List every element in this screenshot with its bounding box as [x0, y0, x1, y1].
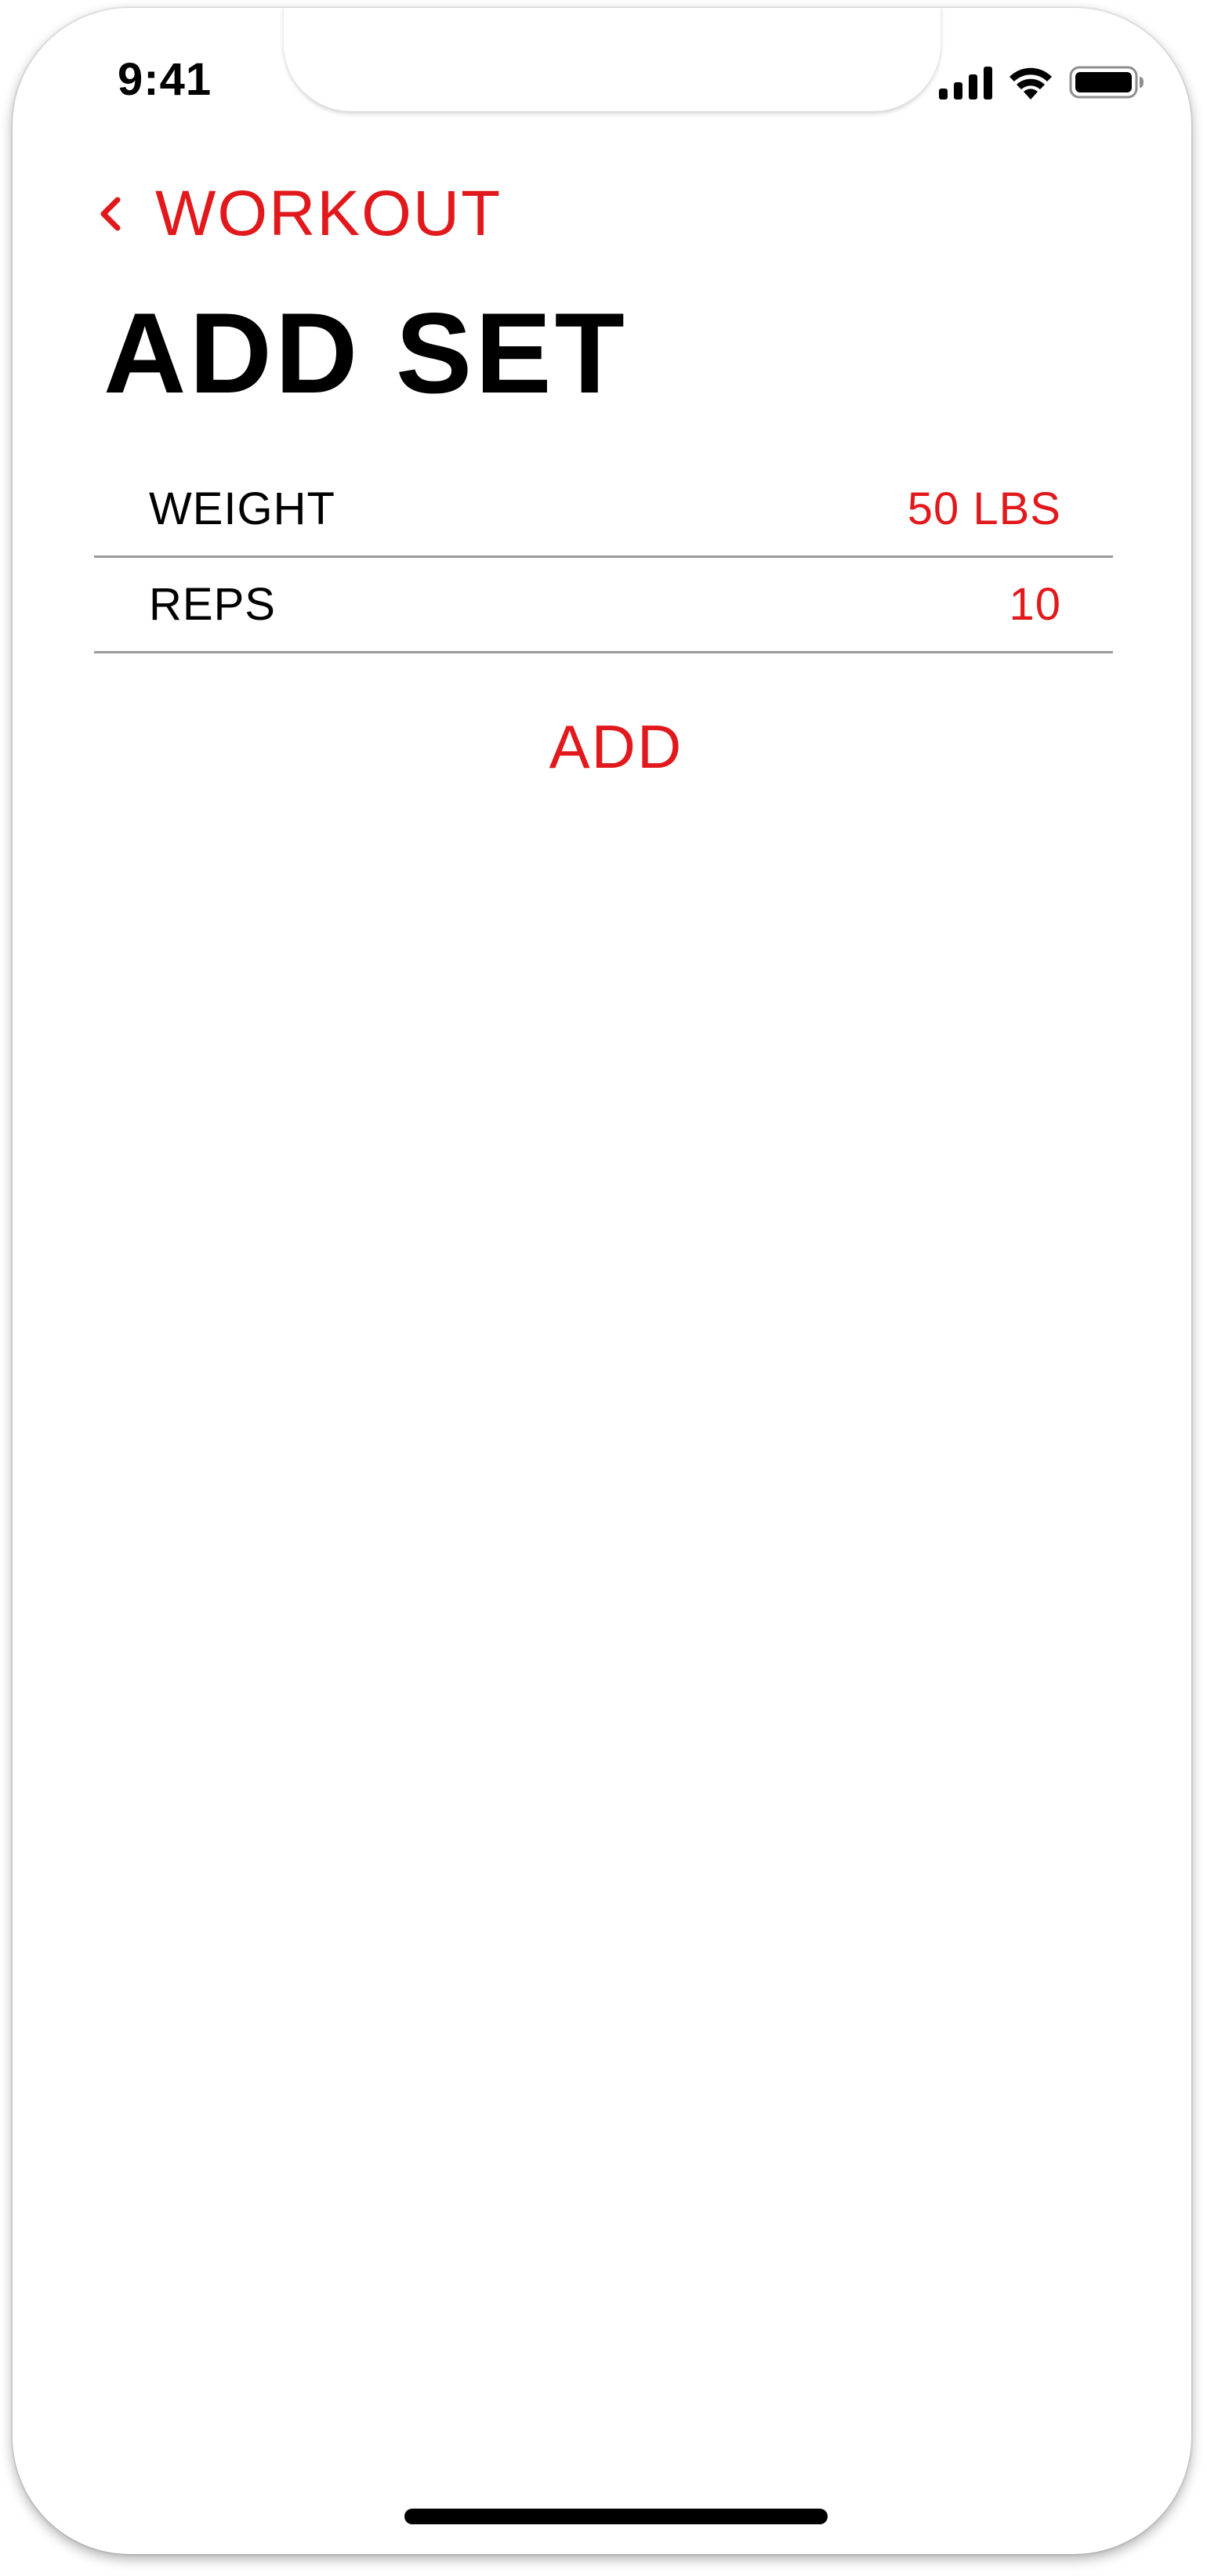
page-title: ADD SET	[103, 289, 628, 417]
chevron-left-icon	[97, 186, 135, 241]
status-time: 9:41	[118, 54, 212, 105]
weight-row[interactable]: WEIGHT 50 LBS	[94, 462, 1113, 558]
reps-row[interactable]: REPS 10	[94, 558, 1113, 653]
cellular-signal-icon	[939, 65, 992, 103]
reps-value[interactable]: 10	[1009, 578, 1061, 631]
status-icons	[939, 66, 1144, 102]
home-indicator	[404, 2509, 828, 2524]
weight-label: WEIGHT	[149, 483, 335, 534]
add-button[interactable]: ADD	[13, 716, 1191, 777]
screen: 9:41 WORKOUT ADD SET WEIGHT 50 LBS REPS …	[0, 0, 1207, 2576]
back-button-label: WORKOUT	[155, 178, 502, 249]
device-notch	[284, 8, 941, 111]
set-form: WEIGHT 50 LBS REPS 10	[94, 462, 1113, 653]
phone-frame: 9:41 WORKOUT ADD SET WEIGHT 50 LBS REPS …	[13, 8, 1191, 2554]
back-button[interactable]: WORKOUT	[97, 182, 502, 246]
reps-label: REPS	[149, 579, 276, 630]
battery-icon	[1069, 65, 1144, 103]
weight-value[interactable]: 50 LBS	[908, 483, 1061, 535]
wifi-icon	[1008, 65, 1053, 103]
